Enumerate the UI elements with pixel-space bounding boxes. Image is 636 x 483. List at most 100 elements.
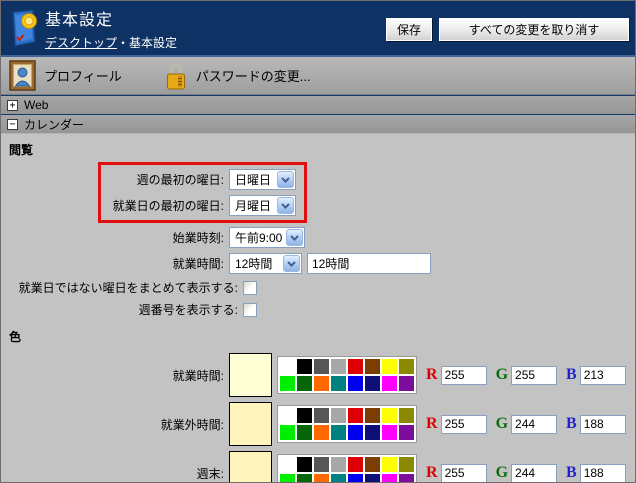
preferences-page: 基本設定 デスクトップ・基本設定 保存 すべての変更を取り消す プロフィール xyxy=(0,0,636,483)
palette-color-swatch[interactable] xyxy=(331,457,346,472)
first-day-value: 日曜日 xyxy=(231,171,277,188)
red-value-input[interactable] xyxy=(441,415,487,434)
palette-color-swatch[interactable] xyxy=(399,376,414,391)
viewing-heading: 閲覧 xyxy=(9,141,635,158)
palette-color-swatch[interactable] xyxy=(348,425,363,440)
first-workday-value: 月曜日 xyxy=(231,197,277,214)
palette-color-swatch[interactable] xyxy=(382,408,397,423)
color-palette xyxy=(277,356,417,394)
palette-color-swatch[interactable] xyxy=(365,376,380,391)
show-week-number-checkbox[interactable] xyxy=(243,303,257,317)
section-calendar-label: カレンダー xyxy=(24,116,84,133)
palette-color-swatch[interactable] xyxy=(365,457,380,472)
palette-color-swatch[interactable] xyxy=(399,425,414,440)
blue-value-input[interactable] xyxy=(580,464,626,483)
palette-color-swatch[interactable] xyxy=(331,376,346,391)
breadcrumb-separator: ・ xyxy=(117,36,129,50)
palette-color-swatch[interactable] xyxy=(399,474,414,483)
palette-color-swatch[interactable] xyxy=(348,457,363,472)
show-week-number-label: 週番号を表示する: xyxy=(9,301,243,318)
palette-color-swatch[interactable] xyxy=(365,425,380,440)
start-time-select[interactable]: 午前9:00 xyxy=(229,227,305,248)
work-hours-color-row: 就業時間: R G B xyxy=(9,353,635,397)
work-hours-label: 就業時間: xyxy=(9,255,229,272)
palette-color-swatch[interactable] xyxy=(399,359,414,374)
red-value-input[interactable] xyxy=(441,464,487,483)
palette-color-swatch[interactable] xyxy=(365,408,380,423)
first-workday-select[interactable]: 月曜日 xyxy=(229,195,296,216)
profile-label: プロフィール xyxy=(44,66,122,85)
palette-color-swatch[interactable] xyxy=(297,425,312,440)
palette-color-swatch[interactable] xyxy=(297,376,312,391)
palette-color-swatch[interactable] xyxy=(314,474,329,483)
first-day-label: 週の最初の曜日: xyxy=(101,171,229,188)
section-header-web[interactable]: + Web xyxy=(1,95,635,114)
palette-color-swatch[interactable] xyxy=(382,359,397,374)
chevron-down-icon xyxy=(283,255,300,272)
palette-color-swatch[interactable] xyxy=(348,359,363,374)
breadcrumb: デスクトップ・基本設定 xyxy=(45,34,177,51)
palette-color-swatch[interactable] xyxy=(382,474,397,483)
palette-color-swatch[interactable] xyxy=(314,408,329,423)
first-day-select[interactable]: 日曜日 xyxy=(229,169,296,190)
chevron-down-icon xyxy=(277,197,294,214)
palette-color-swatch[interactable] xyxy=(314,457,329,472)
palette-color-swatch[interactable] xyxy=(297,457,312,472)
green-value-input[interactable] xyxy=(511,415,557,434)
expand-plus-icon[interactable]: + xyxy=(7,100,18,111)
breadcrumb-desktop-link[interactable]: デスクトップ xyxy=(45,36,117,50)
section-header-calendar[interactable]: − カレンダー xyxy=(1,114,635,134)
red-value-input[interactable] xyxy=(441,366,487,385)
red-label: R xyxy=(426,415,438,433)
palette-color-swatch[interactable] xyxy=(331,408,346,423)
palette-color-swatch[interactable] xyxy=(348,408,363,423)
page-title: 基本設定 xyxy=(45,6,177,30)
palette-color-swatch[interactable] xyxy=(382,376,397,391)
palette-color-swatch[interactable] xyxy=(297,359,312,374)
palette-color-swatch[interactable] xyxy=(365,474,380,483)
color-preview-swatch xyxy=(229,451,272,483)
green-value-input[interactable] xyxy=(511,366,557,385)
group-nonwork-days-checkbox[interactable] xyxy=(243,281,257,295)
work-hours-select[interactable]: 12時間 xyxy=(229,253,302,274)
palette-color-swatch[interactable] xyxy=(314,376,329,391)
palette-color-swatch[interactable] xyxy=(399,457,414,472)
lock-icon xyxy=(164,61,188,91)
weekend-color-row: 週末: R G B xyxy=(9,451,635,483)
palette-color-swatch[interactable] xyxy=(314,425,329,440)
work-hours-input[interactable] xyxy=(307,253,431,274)
save-button[interactable]: 保存 xyxy=(386,18,432,41)
palette-color-swatch[interactable] xyxy=(280,474,295,483)
palette-color-swatch[interactable] xyxy=(365,359,380,374)
green-value-input[interactable] xyxy=(511,464,557,483)
palette-color-swatch[interactable] xyxy=(314,359,329,374)
palette-color-swatch[interactable] xyxy=(280,359,295,374)
color-palette xyxy=(277,454,417,483)
palette-color-swatch[interactable] xyxy=(297,408,312,423)
palette-color-swatch[interactable] xyxy=(331,425,346,440)
change-password-button[interactable]: パスワードの変更... xyxy=(164,61,311,91)
palette-color-swatch[interactable] xyxy=(348,376,363,391)
palette-color-swatch[interactable] xyxy=(399,408,414,423)
palette-color-swatch[interactable] xyxy=(331,359,346,374)
blue-value-input[interactable] xyxy=(580,366,626,385)
collapse-minus-icon[interactable]: − xyxy=(7,119,18,130)
weekend-color-label: 週末: xyxy=(9,465,229,482)
nonwork-hours-color-label: 就業外時間: xyxy=(9,416,229,433)
blue-label: B xyxy=(566,415,577,433)
undo-all-changes-button[interactable]: すべての変更を取り消す xyxy=(439,18,629,41)
green-label: G xyxy=(496,464,508,482)
palette-color-swatch[interactable] xyxy=(382,457,397,472)
chevron-down-icon xyxy=(286,229,303,246)
palette-color-swatch[interactable] xyxy=(331,474,346,483)
palette-color-swatch[interactable] xyxy=(280,457,295,472)
palette-color-swatch[interactable] xyxy=(280,376,295,391)
palette-color-swatch[interactable] xyxy=(280,408,295,423)
palette-color-swatch[interactable] xyxy=(280,425,295,440)
blue-value-input[interactable] xyxy=(580,415,626,434)
profile-button[interactable]: プロフィール xyxy=(9,60,122,91)
palette-color-swatch[interactable] xyxy=(382,425,397,440)
calendar-settings-panel: 閲覧 週の最初の曜日: 日曜日 就業日の最初の曜日: 月曜日 xyxy=(1,134,635,483)
palette-color-swatch[interactable] xyxy=(297,474,312,483)
palette-color-swatch[interactable] xyxy=(348,474,363,483)
